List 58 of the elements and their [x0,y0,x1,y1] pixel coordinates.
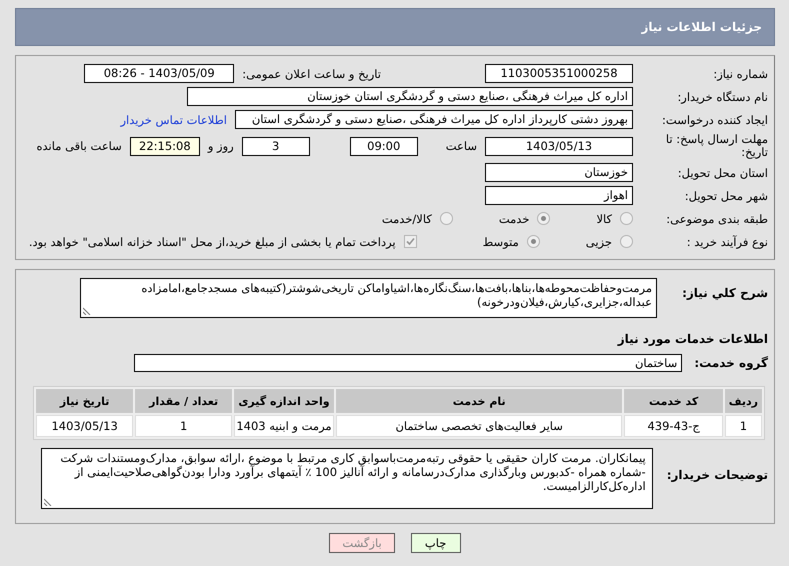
field-label: شرح کلي نیاز: [681,286,768,300]
days-label: روز و [208,139,234,153]
radio-button[interactable] [526,235,540,248]
table-cell: ج-43-439 [624,415,723,437]
column-header: تعداد / مقدار [135,389,232,413]
column-header: ردیف [724,389,762,413]
radio-label: متوسط [482,234,519,248]
radio-label: خدمت [498,212,530,226]
table-cell: سایر فعالیت‌های تخصصی ساختمان [336,415,622,437]
buyer-org-field: اداره کل میراث فرهنگی ،صنایع دستی و گردشگری استان خوزستان [187,87,633,106]
radio-button[interactable] [440,212,453,225]
description-textarea[interactable]: مرمت‌وحفاظت‌محوطه‌ها،بناها،بافت‌ها،سنگ‌نگاره‌ها،اشیاواماکن تاریخی‌شوشتر(کتیبه‌های مسجدجامع،امامزاده عبداله،جزایری،کیارش،فیلان‌ودرخونه) [80,278,657,318]
days-field: 3 [242,136,310,156]
time-label: ساعت [446,139,477,153]
page-title: جزئیات اطلاعات نیاز [15,8,775,46]
field-label: استان محل تحویل: [676,166,769,180]
field-label: تاریخ و ساعت اعلان عمومی: [242,66,381,80]
column-header: کد خدمت [624,389,723,413]
column-header: نام خدمت [336,389,622,413]
treasury-payment-text: پرداخت تمام یا بخشی از مبلغ خرید،از محل "اسناد خزانه اسلامی" خواهد بود. [28,234,396,248]
table-cell: 1 [724,415,762,437]
remaining-time-field: 22:15:08 [130,136,200,156]
field-label: نام دستگاه خریدار: [676,90,769,104]
resize-grip-icon[interactable] [44,498,52,506]
field-label: توضیحات خریدار: [666,468,768,482]
field-label: نوع فرآیند خرید : [686,234,769,248]
city-field: اهواز [485,186,633,205]
field-label: گروه خدمت: [694,356,768,370]
table-cell: 1403/05/13 [36,415,134,437]
need-number-field: 1103005351000258 [485,64,633,83]
radio-button[interactable] [537,212,550,225]
column-header: تاریخ نیاز [36,389,134,413]
remaining-label: ساعت باقی مانده [36,139,122,153]
deadline-time-field: 09:00 [350,136,418,156]
province-field: خوزستان [485,163,633,182]
radio-button[interactable] [620,212,633,225]
radio-button[interactable] [620,235,633,248]
print-button[interactable]: چاپ [410,533,461,553]
buyer-notes-textarea[interactable]: پیمانکاران. مرمت کاران حقیقی یا حقوقی رتبه‌مرمت‌باسوابق کاری مرتبط با موضوع ،ارائه سوابق، مدارک‌ومستندات شرکت -شماره همراه -کدبورس وبارگذاری مدارک‌درسامانه و ارائه آنالیز 100 ٪ آیتمهای برآورد ودارا بودن‌گواهی‌صلاحیت‌ایمنی از اداره‌کل‌کارالزامیست. [40,448,653,509]
field-label: شماره نیاز: [712,66,769,80]
field-label: ایجاد کننده درخواست: [661,112,769,126]
table-cell: مرمت و ابنیه 1403 [234,415,334,437]
deadline-date-field: 1403/05/13 [485,136,633,156]
announce-date-field: 1403/05/09 - 08:26 [84,64,234,83]
radio-label: کالا/خدمت [382,212,432,226]
column-header: واحد اندازه گیری [234,389,334,413]
table-cell: 1 [135,415,232,437]
section-heading: اطلاعات خدمات مورد نیاز [616,332,768,346]
buyer-contact-link[interactable]: اطلاعات تماس خریدار [120,112,227,126]
field-label: شهر محل تحویل: [684,188,769,202]
resize-grip-icon[interactable] [83,307,91,315]
requester-field: بهروز دشتی کارپرداز اداره کل میراث فرهنگی ،صنایع دستی و گردشگری استان [235,110,633,129]
radio-label: جزیی [586,234,612,248]
field-label: مهلت ارسال پاسخ: تا تاریخ: [664,133,769,159]
service-group-field: ساختمان [134,354,682,372]
checkbox[interactable] [404,235,417,248]
field-label: طبقه بندی موضوعی: [665,212,769,226]
radio-label: کالا [596,212,612,226]
